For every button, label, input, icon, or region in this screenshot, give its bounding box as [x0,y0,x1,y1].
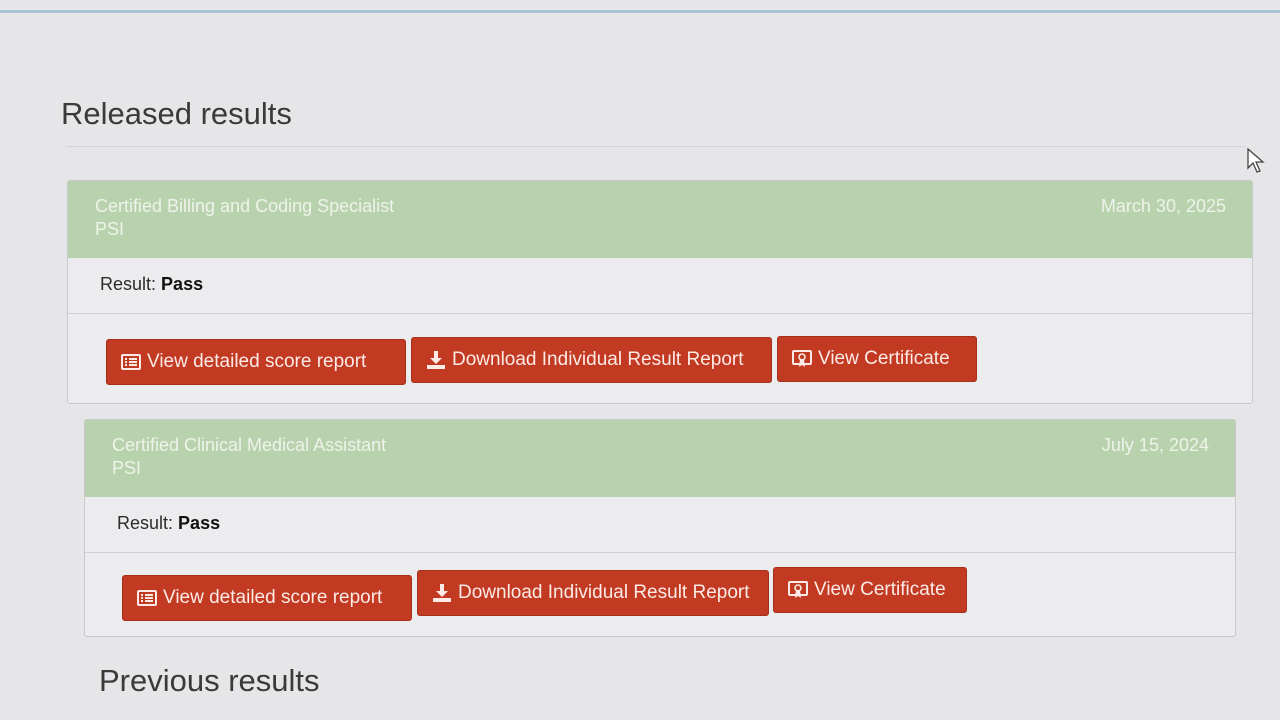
button-label: Download Individual Result Report [452,349,744,370]
button-label: View Certificate [814,579,946,600]
button-label: View detailed score report [147,351,367,372]
certificate-icon [788,580,808,600]
result-text: Result: Pass [117,513,220,534]
button-label: View detailed score report [163,587,383,608]
download-result-report-button[interactable]: Download Individual Result Report [411,337,772,383]
result-row: Result: Pass [68,258,1252,314]
heading-divider [66,146,1246,147]
certificate-icon [792,349,812,369]
view-certificate-button[interactable]: View Certificate [773,567,967,613]
result-card: Certified Billing and Coding Specialist … [67,180,1253,404]
view-certificate-button[interactable]: View Certificate [777,336,977,382]
exam-provider: PSI [112,458,142,478]
exam-date: July 15, 2024 [1101,435,1209,455]
view-score-report-button[interactable]: View detailed score report [122,575,412,621]
exam-date: March 30, 2025 [1100,196,1226,216]
result-card-header: Certified Clinical Medical Assistant PSI… [85,420,1235,497]
top-divider [0,10,1280,13]
download-icon [426,350,446,370]
result-card-header: Certified Billing and Coding Specialist … [68,181,1252,258]
exam-name: Certified Billing and Coding Specialist [95,196,395,216]
button-label: Download Individual Result Report [458,582,750,603]
exam-provider: PSI [95,219,125,239]
result-value: Pass [161,274,204,294]
result-card: Certified Clinical Medical Assistant PSI… [84,419,1236,637]
released-results-heading: Released results [61,96,292,131]
download-icon [432,583,452,603]
view-score-report-button[interactable]: View detailed score report [106,339,406,385]
download-result-report-button[interactable]: Download Individual Result Report [417,570,769,616]
result-value: Pass [178,513,221,533]
list-icon [137,588,157,608]
button-label: View Certificate [818,348,950,369]
result-label: Result: [100,274,157,294]
previous-results-heading: Previous results [99,663,320,698]
list-icon [121,352,141,372]
result-row: Result: Pass [85,497,1235,553]
result-text: Result: Pass [100,274,203,295]
results-page: Released results Certified Billing and C… [0,0,1280,720]
exam-name: Certified Clinical Medical Assistant [112,435,387,455]
result-label: Result: [117,513,174,533]
mouse-cursor-icon [1247,148,1265,173]
